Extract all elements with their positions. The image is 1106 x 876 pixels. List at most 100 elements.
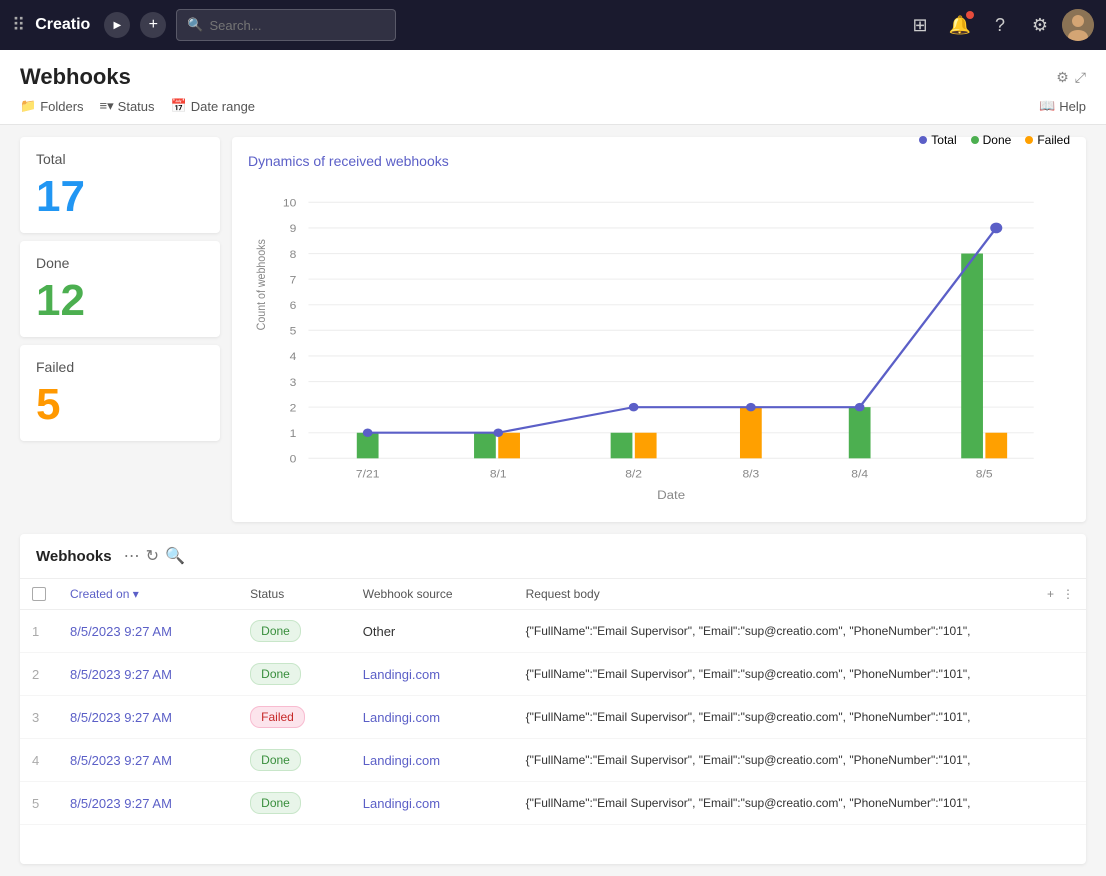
table-row[interactable]: 4 8/5/2023 9:27 AM Done Landingi.com {"F… [20,739,1086,782]
daterange-label: Date range [191,99,255,114]
bar-done-82 [611,433,633,459]
th-created[interactable]: Created on ▾ [58,579,238,610]
th-checkbox [20,579,58,610]
stats-chart-row: Total 17 Done 12 Failed 5 Dynamics of re… [0,125,1106,534]
help-book-icon: 📖 [1039,98,1055,114]
created-time: 8/5/2023 9:27 AM [58,782,238,825]
row-num: 5 [20,782,58,825]
search-icon: 🔍 [187,17,203,33]
failed-label: Failed [36,359,204,375]
filter-folders[interactable]: 📁 Folders [20,98,84,114]
table-row[interactable]: 1 8/5/2023 9:27 AM Done Other {"FullName… [20,610,1086,653]
section-title: Webhooks [36,548,112,565]
chart-title: Dynamics of received webhooks [248,153,449,169]
chart-card: Dynamics of received webhooks Total Done… [232,137,1086,522]
filter-daterange[interactable]: 📅 Date range [171,98,256,114]
status-cell: Failed [238,696,351,739]
table-row[interactable]: 5 8/5/2023 9:27 AM Done Landingi.com {"F… [20,782,1086,825]
dot-721 [363,428,373,437]
notifications-icon[interactable]: 🔔 [942,7,978,43]
y-axis: 0 1 2 3 4 5 6 7 8 [283,198,1034,465]
dot-83 [746,403,756,412]
plus-button[interactable]: + [140,12,166,38]
total-value: 17 [36,175,204,219]
svg-text:6: 6 [290,301,297,312]
svg-text:8: 8 [290,249,297,260]
help-icon[interactable]: ? [982,7,1018,43]
select-all-checkbox[interactable] [32,587,46,601]
settings-icon[interactable]: ⚙ [1022,7,1058,43]
bar-failed-83 [740,407,762,458]
status-cell: Done [238,782,351,825]
dot-84 [855,403,865,412]
table-row[interactable]: 2 8/5/2023 9:27 AM Done Landingi.com {"F… [20,653,1086,696]
svg-text:5: 5 [290,326,297,337]
search-table-icon[interactable]: 🔍 [165,546,185,566]
page-filters: 📁 Folders ≡▾ Status 📅 Date range 📖 Help [20,98,1086,114]
more-options-icon[interactable]: ⋯ [124,546,140,566]
th-more-icon[interactable]: ⋮ [1062,587,1074,601]
dot-82 [629,403,639,412]
play-button[interactable]: ▶ [104,12,130,38]
legend-failed: Failed [1025,133,1070,147]
stats-cards: Total 17 Done 12 Failed 5 [20,137,220,522]
created-time: 8/5/2023 9:27 AM [58,739,238,782]
th-body: Request body + ⋮ [514,579,1086,610]
svg-text:2: 2 [290,403,297,414]
bar-failed-82 [635,433,657,459]
status-label: Status [118,99,155,114]
status-cell: Done [238,653,351,696]
filter-status[interactable]: ≡▾ Status [100,98,155,114]
svg-text:4: 4 [290,352,297,363]
bar-failed-85 [985,433,1007,459]
svg-text:9: 9 [290,224,297,235]
legend-total: Total [919,133,956,147]
legend-failed-dot [1025,136,1033,144]
avatar[interactable] [1062,9,1094,41]
status-cell: Done [238,739,351,782]
search-input[interactable] [210,18,386,33]
source-cell[interactable]: Landingi.com [351,739,514,782]
row-num: 1 [20,610,58,653]
svg-text:8/5: 8/5 [976,469,993,480]
legend-total-dot [919,136,927,144]
total-label: Total [36,151,204,167]
legend-done-label: Done [983,133,1012,147]
legend-done-dot [971,136,979,144]
source-cell[interactable]: Landingi.com [351,653,514,696]
th-status: Status [238,579,351,610]
body-cell: {"FullName":"Email Supervisor", "Email":… [514,610,1086,653]
help-button[interactable]: 📖 Help [1039,98,1086,114]
row-num: 3 [20,696,58,739]
page-settings-icon[interactable]: ⚙ [1056,69,1069,86]
refresh-icon[interactable]: ↻ [146,546,159,566]
source-cell[interactable]: Landingi.com [351,696,514,739]
created-time: 8/5/2023 9:27 AM [58,610,238,653]
calendar-icon: 📅 [171,98,187,114]
search-bar[interactable]: 🔍 [176,9,396,41]
row-num: 4 [20,739,58,782]
page-expand-icon[interactable]: ⤢ [1075,69,1086,86]
created-time: 8/5/2023 9:27 AM [58,696,238,739]
folders-label: Folders [40,99,83,114]
table-row[interactable]: 3 8/5/2023 9:27 AM Failed Landingi.com {… [20,696,1086,739]
svg-text:8/4: 8/4 [851,469,868,480]
page-title: Webhooks [20,64,131,90]
bar-failed-81 [498,433,520,459]
table-container: Created on ▾ Status Webhook source Reque… [20,579,1086,864]
legend-failed-label: Failed [1037,133,1070,147]
body-cell: {"FullName":"Email Supervisor", "Email":… [514,739,1086,782]
logo[interactable]: Creatio [35,16,90,34]
th-add-icon[interactable]: + [1047,587,1054,601]
apps-icon[interactable]: ⊞ [902,7,938,43]
source-cell[interactable]: Landingi.com [351,782,514,825]
svg-text:0: 0 [290,454,297,465]
section-header: Webhooks ⋯ ↻ 🔍 [20,534,1086,579]
dot-81 [493,428,503,437]
folders-icon: 📁 [20,98,36,114]
legend-total-label: Total [931,133,956,147]
grid-icon[interactable]: ⠿ [12,15,25,36]
svg-text:Date: Date [657,489,685,501]
svg-text:10: 10 [283,198,296,209]
webhooks-section: Webhooks ⋯ ↻ 🔍 Created on ▾ Sta [20,534,1086,864]
